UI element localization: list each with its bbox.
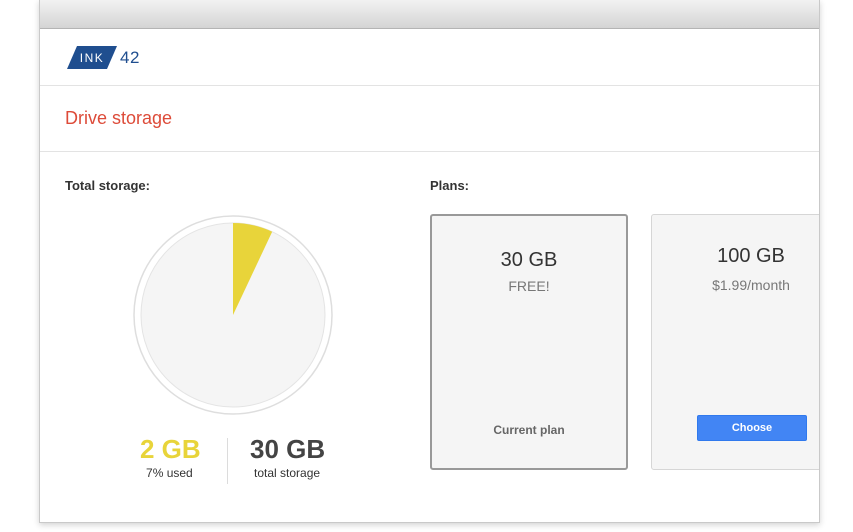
page-title: Drive storage (65, 108, 173, 128)
page-title-bar: Drive storage (40, 86, 819, 152)
header-bar: INK 42 (40, 29, 819, 86)
used-percent-number: 7 (146, 466, 153, 480)
ink-logo-mark: INK (67, 46, 117, 69)
logo-mark-text: INK (79, 50, 105, 65)
choose-plan-button[interactable]: Choose (697, 415, 807, 441)
plan-size: 30 GB (500, 249, 558, 271)
app-window: INK 42 Drive storage Total storage: 2 GB… (39, 0, 820, 523)
logo-number: 42 (120, 48, 140, 67)
used-storage-value: 2 GB (140, 434, 201, 464)
total-storage-value: 30 GB (250, 434, 326, 464)
stats-divider (227, 438, 228, 484)
current-plan-label: Current plan (493, 423, 565, 437)
plan-card-30gb[interactable]: 30 GB FREE! Current plan (430, 214, 628, 470)
used-percent-caption: 7% used (146, 466, 193, 480)
total-storage-label: Total storage: (65, 178, 150, 193)
plan-price: $1.99/month (712, 277, 790, 293)
used-percent-suffix: % used (152, 466, 193, 480)
plan-size: 100 GB (717, 245, 785, 267)
plan-card-100gb[interactable]: 100 GB $1.99/month Choose (651, 214, 819, 470)
storage-pie-chart (133, 215, 333, 415)
plan-price: FREE! (508, 278, 550, 294)
window-titlebar (40, 0, 819, 29)
total-storage-caption: total storage (254, 466, 321, 480)
plans-label: Plans: (430, 178, 470, 193)
